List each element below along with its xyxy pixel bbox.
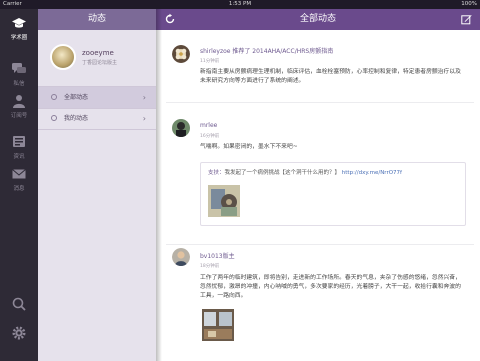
menu-item-my-feed[interactable]: 我的动态 › xyxy=(38,108,156,129)
clock: 1:53 PM xyxy=(228,1,252,7)
rail-item-notifications[interactable]: 消息 xyxy=(0,166,38,192)
post-text: 新指南主要从房颤病理生理机制，临床评估，血栓栓塞预防，心率控制和复律，特定患者房… xyxy=(200,69,461,84)
rail-search-button[interactable] xyxy=(0,296,38,314)
rail-item-label: 消息 xyxy=(13,186,25,192)
feed-title: 全部动态 xyxy=(299,14,336,24)
search-icon xyxy=(12,297,26,311)
post-image[interactable] xyxy=(202,309,234,341)
post-time: 18分钟前 xyxy=(200,264,220,269)
chevron-right-icon: › xyxy=(142,93,146,102)
post-author[interactable]: bv1013版主 xyxy=(200,251,235,260)
post-text: 气喘啊。如果密闭的，墨水下不来吧~ xyxy=(200,144,298,150)
panel-shadow xyxy=(156,9,162,361)
rail-item-label: 资讯 xyxy=(13,154,25,160)
rail-item-academic-circle[interactable]: 学术圈 xyxy=(0,15,38,41)
feed-panel: 全部动态 shirleyzoe 推荐了 2014AHA/ACC/HRS房颤指南 … xyxy=(156,9,480,361)
envelope-icon xyxy=(12,169,26,179)
avatar[interactable] xyxy=(172,119,190,137)
post-author[interactable]: shirleyzoe xyxy=(200,48,230,55)
rail-item-subscriptions[interactable]: 订阅号 xyxy=(0,93,38,119)
status-bar: Carrier 1:53 PM 100% xyxy=(0,0,480,9)
feed-header: 全部动态 xyxy=(156,9,480,30)
circle-icon xyxy=(51,94,57,100)
post-time: 11分钟前 xyxy=(200,59,220,64)
rail-item-news[interactable]: 资讯 xyxy=(0,134,38,160)
quoted-text: 支扶：我发起了一个病例挑战【这个洞干什么用的？】 http://dxy.me/N… xyxy=(208,168,402,176)
avatar[interactable] xyxy=(172,45,190,63)
news-icon xyxy=(13,136,25,147)
post-image[interactable] xyxy=(208,185,240,217)
refresh-icon[interactable] xyxy=(164,13,176,25)
rail-item-label: 学术圈 xyxy=(10,35,28,41)
rail-item-label: 订阅号 xyxy=(10,113,28,119)
menu-item-all-feed[interactable]: 全部动态 › xyxy=(38,87,156,108)
side-menu: 动态 zooeyme 丁香园论坛版主 全部动态 › 我的动态 › xyxy=(38,9,156,361)
divider xyxy=(166,102,474,103)
gear-icon xyxy=(12,326,26,340)
post-text: 工作了两年的临时建筑，即将告别，走进新的工作场所。春天的气息，夹杂了伤感的悠绪，… xyxy=(200,275,461,299)
quoted-link[interactable]: http://dxy.me/NrrO77f xyxy=(342,170,402,176)
rail-item-label: 私信 xyxy=(13,81,25,87)
battery-label: 100% xyxy=(461,1,477,7)
compose-icon[interactable] xyxy=(461,14,472,25)
rail-settings-button[interactable] xyxy=(0,325,38,343)
quoted-post[interactable]: 支扶：我发起了一个病例挑战【这个洞干什么用的？】 http://dxy.me/N… xyxy=(200,162,466,226)
post-author[interactable]: mrlee xyxy=(200,122,217,129)
person-icon xyxy=(13,95,25,108)
profile-card[interactable]: zooeyme 丁香园论坛版主 xyxy=(50,44,117,70)
chat-bubbles-icon xyxy=(12,63,26,73)
profile-subtitle: 丁香园论坛版主 xyxy=(82,60,118,66)
graduation-cap-icon xyxy=(12,18,26,28)
post-time: 16分钟前 xyxy=(200,134,220,139)
post-action[interactable]: 推荐了 2014AHA/ACC/HRS房颤指南 xyxy=(230,48,333,55)
menu-item-label: 我的动态 xyxy=(64,115,89,122)
divider xyxy=(38,129,156,130)
rail-item-messages[interactable]: 私信 xyxy=(0,61,38,87)
avatar[interactable] xyxy=(50,44,76,70)
menu-title: 动态 xyxy=(38,9,156,30)
avatar[interactable] xyxy=(172,248,190,266)
circle-icon xyxy=(51,115,57,121)
profile-name: zooeyme xyxy=(82,49,114,57)
post-author-line: shirleyzoe 推荐了 2014AHA/ACC/HRS房颤指南 xyxy=(200,46,333,55)
menu-item-label: 全部动态 xyxy=(64,94,89,101)
chevron-right-icon: › xyxy=(142,114,146,123)
quoted-author[interactable]: 支扶： xyxy=(208,170,225,176)
icon-rail: 学术圈 私信 订阅号 资讯 消息 xyxy=(0,9,38,361)
quoted-body: 我发起了一个病例挑战【这个洞干什么用的？】 xyxy=(224,170,341,176)
divider xyxy=(166,244,474,245)
